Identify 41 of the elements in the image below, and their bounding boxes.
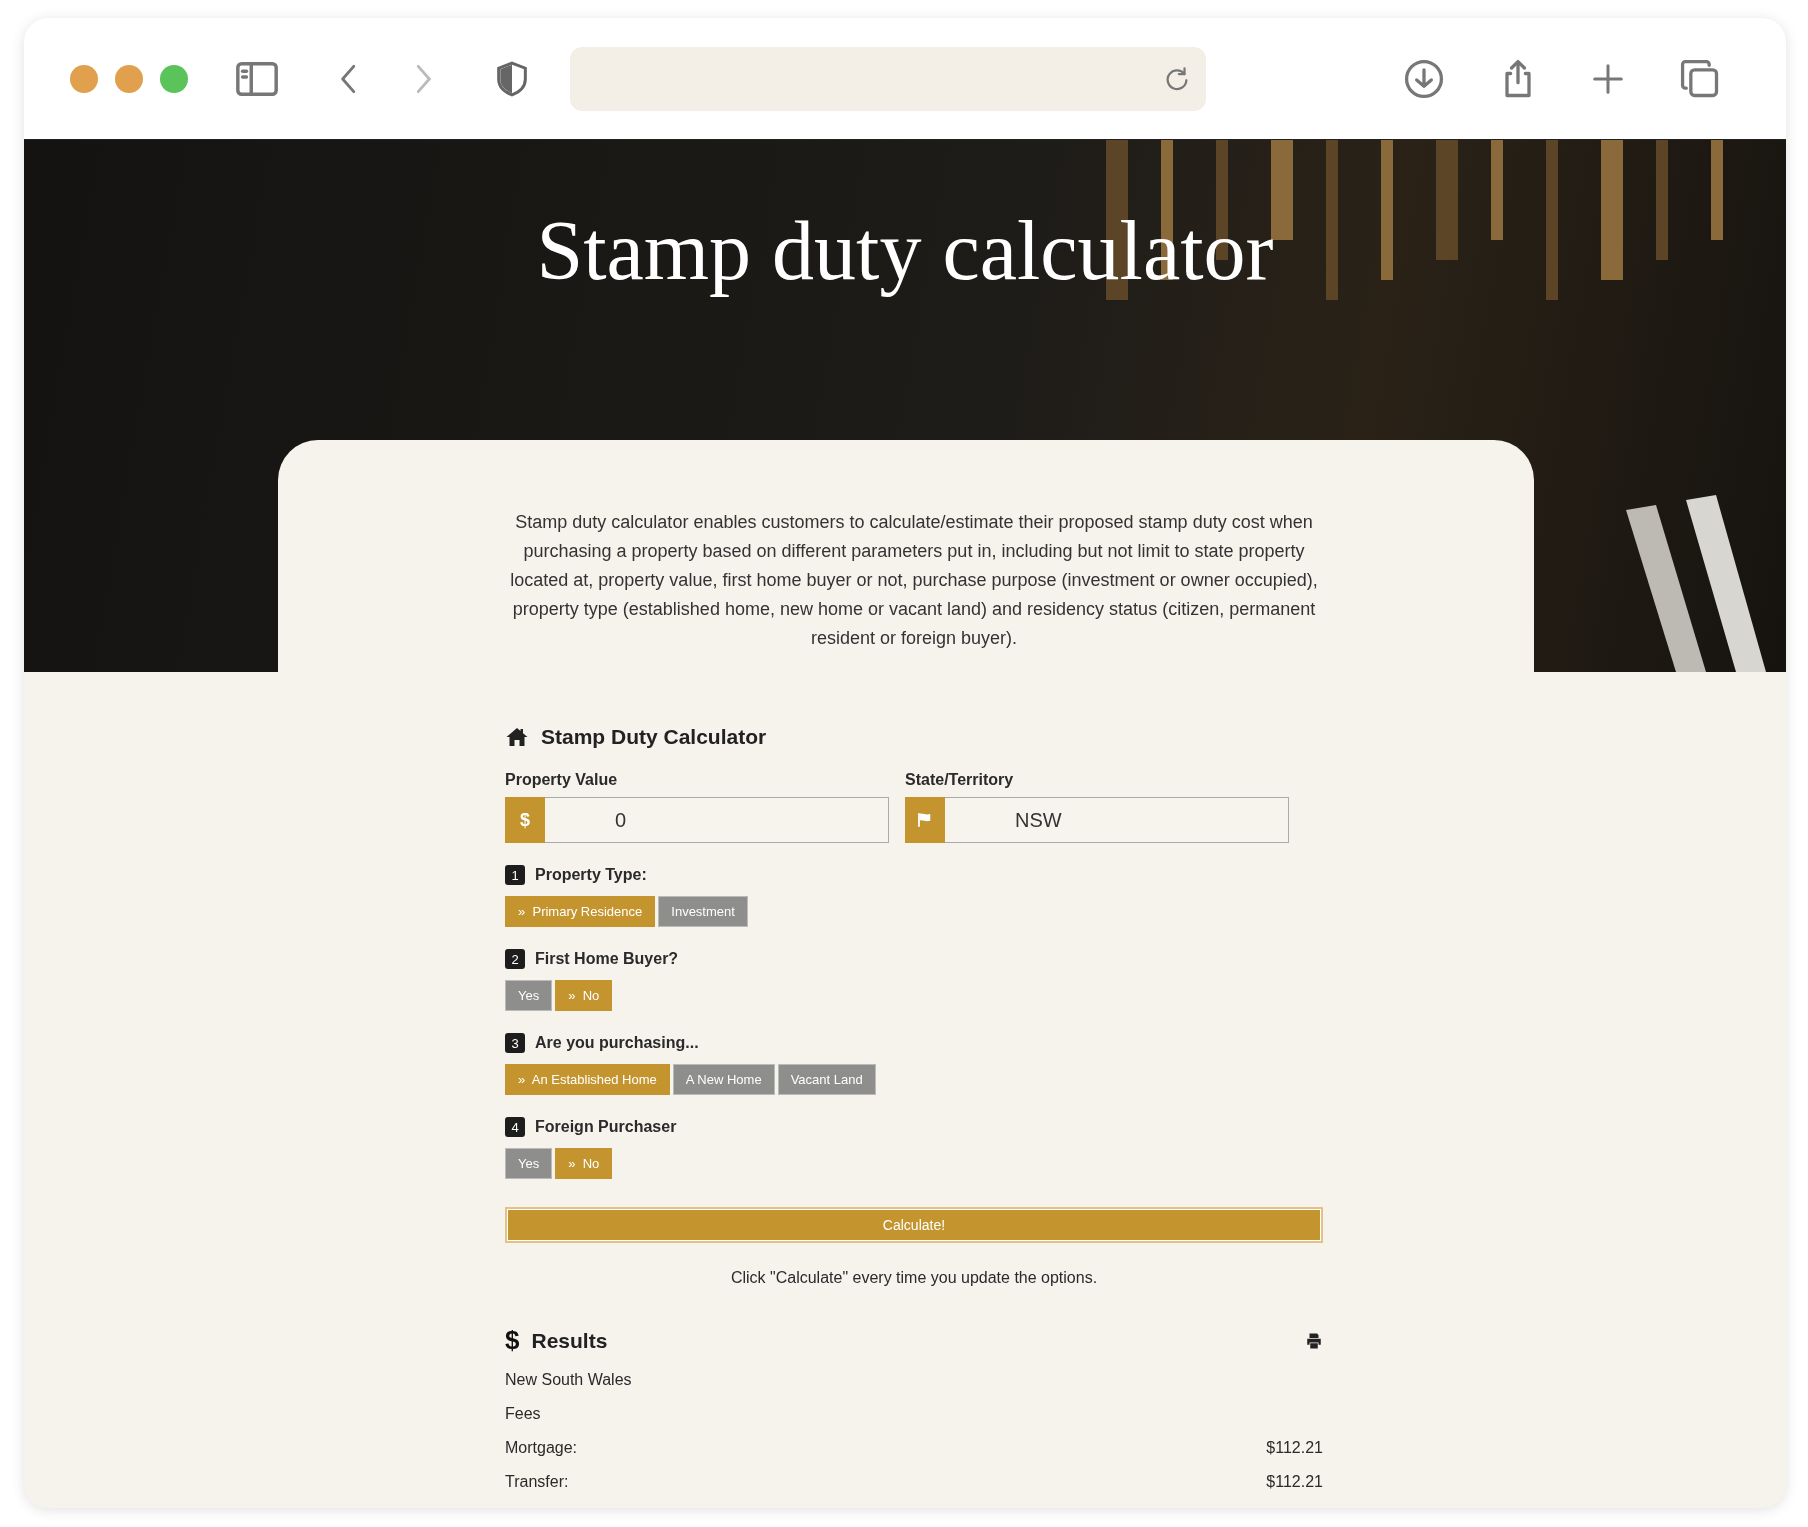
step-number: 2 xyxy=(505,949,525,969)
option-button[interactable]: » No xyxy=(555,980,613,1011)
close-window-dot[interactable] xyxy=(70,64,98,93)
description-text: Stamp duty calculator enables customers to calculate/estimate their proposed stamp duty cost when purchasing a property based on different parameters put in, including but not limit to state property located at, property value, first home buyer or not, purchase purpose (investment or owner occupied), property type (established home, new home or vacant land) and residency status (citizen, permanent resident or foreign buyer). xyxy=(509,511,1319,650)
field-label: State/Territory xyxy=(905,771,1014,789)
print-button[interactable] xyxy=(1305,1331,1323,1350)
result-value: $112.21 xyxy=(1266,1438,1323,1458)
field-label: Property Value xyxy=(505,771,618,789)
results-heading: Results xyxy=(531,1328,608,1353)
option-button[interactable]: Vacant Land xyxy=(777,1064,876,1095)
option-button[interactable]: A New Home xyxy=(672,1064,775,1095)
option-button[interactable]: » An Established Home xyxy=(505,1064,670,1095)
option-button[interactable]: Yes xyxy=(505,1148,553,1179)
maximize-window-dot[interactable] xyxy=(160,64,188,93)
step-label: First Home Buyer? xyxy=(535,950,679,968)
option-button[interactable]: » Primary Residence xyxy=(505,896,656,927)
step-label: Foreign Purchaser xyxy=(535,1118,677,1136)
dollar-icon: $ xyxy=(505,1325,520,1356)
property-value-field[interactable]: 0 xyxy=(545,797,889,843)
option-button[interactable]: Yes xyxy=(505,980,553,1011)
option-button[interactable]: » No xyxy=(555,1148,613,1179)
step-label: Property Type: xyxy=(535,866,647,884)
calculator-heading: Stamp Duty Calculator xyxy=(541,725,767,749)
page-title: Stamp duty calculator xyxy=(535,203,1275,299)
calculate-button[interactable]: Calculate! xyxy=(505,1207,1323,1243)
house-icon xyxy=(505,725,529,749)
state-field[interactable]: NSW xyxy=(945,797,1289,843)
step-label: Are you purchasing... xyxy=(535,1034,699,1052)
step-number: 3 xyxy=(505,1033,525,1053)
step-number: 4 xyxy=(505,1117,525,1137)
currency-addon: $ xyxy=(505,797,545,843)
minimize-window-dot[interactable] xyxy=(115,64,143,93)
printer-icon xyxy=(1305,1331,1323,1350)
result-label: New South Wales xyxy=(505,1370,632,1390)
result-value: $112.21 xyxy=(1266,1472,1323,1492)
result-label: Mortgage: xyxy=(505,1438,578,1458)
option-button[interactable]: Investment xyxy=(658,896,748,927)
hint-text: Click "Calculate" every time you update the options. xyxy=(729,1269,1099,1287)
result-label: Fees xyxy=(505,1404,541,1424)
result-label: Transfer: xyxy=(505,1472,569,1492)
step-number: 1 xyxy=(505,865,525,885)
